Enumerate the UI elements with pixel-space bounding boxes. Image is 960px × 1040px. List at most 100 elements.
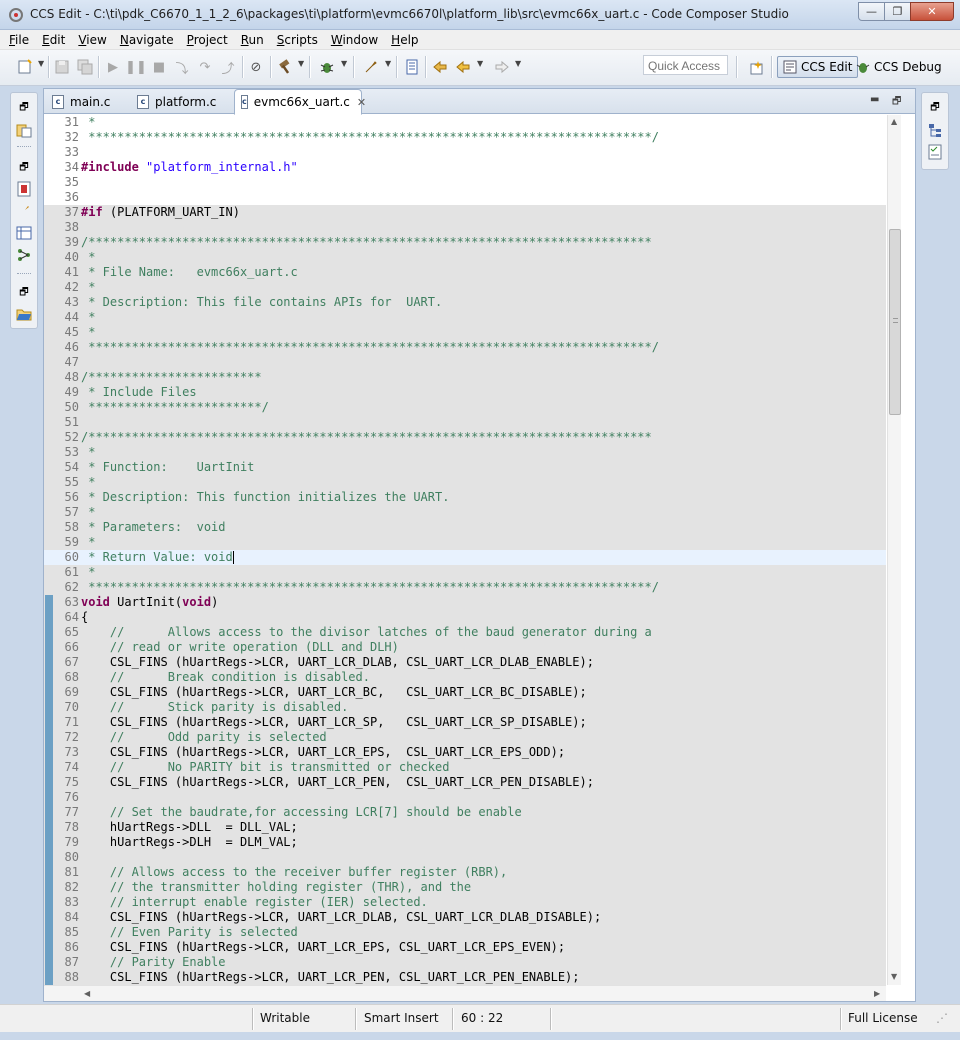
code-line[interactable]: 36	[44, 190, 886, 205]
code-line[interactable]: 37 #if (PLATFORM_UART_IN)	[44, 205, 886, 220]
status-insert-mode[interactable]: Smart Insert	[364, 1011, 439, 1025]
code-line[interactable]: 52/*************************************…	[44, 430, 886, 445]
step-into-icon[interactable]: ⤵	[173, 58, 191, 77]
maximize-button[interactable]: ❐	[884, 2, 911, 21]
tab-main-c[interactable]: c main.c	[46, 89, 130, 114]
restore-icon[interactable]: 🗗	[16, 100, 32, 116]
minimize-editor-icon[interactable]: ▬	[870, 94, 879, 105]
menu-view[interactable]: View	[78, 33, 106, 47]
code-line[interactable]: 41 * File Name: evmc66x_uart.c	[44, 265, 886, 280]
code-line[interactable]: 49 * Include Files	[44, 385, 886, 400]
debug-dropdown-icon[interactable]: ▼	[341, 59, 347, 68]
code-line[interactable]: 70 // Stick parity is disabled.	[44, 700, 886, 715]
code-line[interactable]: 33	[44, 145, 886, 160]
minimize-button[interactable]: —	[858, 2, 885, 21]
code-line[interactable]: 35	[44, 175, 886, 190]
code-line[interactable]: 82 // the transmitter holding register (…	[44, 880, 886, 895]
forward-icon[interactable]	[493, 58, 511, 76]
scroll-down-icon[interactable]: ▼	[891, 972, 897, 981]
overview-ruler[interactable]	[902, 115, 915, 985]
forward-dropdown-icon[interactable]: ▼	[515, 59, 521, 68]
code-line[interactable]: 81 // Allows access to the receiver buff…	[44, 865, 886, 880]
skip-breakpoints-icon[interactable]: ⊘	[247, 58, 265, 76]
menu-window[interactable]: Window	[331, 33, 378, 47]
code-line[interactable]: 58 * Parameters: void	[44, 520, 886, 535]
menu-project[interactable]: Project	[187, 33, 228, 47]
code-line[interactable]: 64{	[44, 610, 886, 625]
code-line[interactable]: 77 // Set the baudrate,for accessing LCR…	[44, 805, 886, 820]
code-line[interactable]: 72 // Odd parity is selected	[44, 730, 886, 745]
close-tab-icon[interactable]: ✕	[357, 96, 366, 109]
tab-evmc66x-uart-c[interactable]: c evmc66x_uart.c ✕	[234, 89, 366, 115]
perspective-ccs-edit[interactable]: CCS Edit	[777, 56, 859, 78]
code-line[interactable]: 84 CSL_FINS (hUartRegs->LCR, UART_LCR_DL…	[44, 910, 886, 925]
restore-icon-2[interactable]: 🗗	[16, 160, 32, 176]
code-line[interactable]: 69 CSL_FINS (hUartRegs->LCR, UART_LCR_BC…	[44, 685, 886, 700]
memory-browser-icon[interactable]	[403, 58, 421, 76]
perspective-ccs-debug[interactable]: CCS Debug	[851, 56, 947, 78]
code-line[interactable]: 65 // Allows access to the divisor latch…	[44, 625, 886, 640]
code-area[interactable]: 31 * 32 *********************************…	[44, 115, 886, 985]
code-line[interactable]: 56 * Description: This function initiali…	[44, 490, 886, 505]
last-edit-location-icon[interactable]	[431, 58, 449, 76]
tab-platform-c[interactable]: c platform.c	[131, 89, 233, 114]
code-line[interactable]: 67 CSL_FINS (hUartRegs->LCR, UART_LCR_DL…	[44, 655, 886, 670]
menu-file[interactable]: File	[9, 33, 29, 47]
code-line[interactable]: 53 *	[44, 445, 886, 460]
code-line[interactable]: 31 *	[44, 115, 886, 130]
menu-run[interactable]: Run	[241, 33, 264, 47]
quick-access-input[interactable]	[643, 55, 728, 75]
outline-view-icon[interactable]	[16, 225, 32, 241]
target-config-icon[interactable]	[16, 203, 32, 219]
code-line[interactable]: 74 // No PARITY bit is transmitted or ch…	[44, 760, 886, 775]
code-line[interactable]: 44 *	[44, 310, 886, 325]
build-dropdown-icon[interactable]: ▼	[298, 59, 304, 68]
status-license[interactable]: Full License	[848, 1011, 918, 1025]
close-window-button[interactable]: ✕	[910, 2, 954, 21]
code-line[interactable]: 47	[44, 355, 886, 370]
back-icon[interactable]	[454, 58, 472, 76]
resume-icon[interactable]: ▶	[104, 58, 122, 76]
code-line[interactable]: 60 * Return Value: void	[44, 550, 886, 565]
step-return-icon[interactable]: ⤴	[219, 58, 237, 77]
task-list-icon[interactable]	[927, 144, 943, 160]
code-line[interactable]: 76	[44, 790, 886, 805]
horizontal-scrollbar[interactable]: ◀ ▶	[44, 985, 886, 1001]
code-line[interactable]: 73 CSL_FINS (hUartRegs->LCR, UART_LCR_EP…	[44, 745, 886, 760]
open-perspective-icon[interactable]	[748, 59, 766, 77]
maximize-editor-icon[interactable]: 🗗	[892, 94, 901, 111]
code-line[interactable]: 46 *************************************…	[44, 340, 886, 355]
code-line[interactable]: 71 CSL_FINS (hUartRegs->LCR, UART_LCR_SP…	[44, 715, 886, 730]
code-line[interactable]: 62 *************************************…	[44, 580, 886, 595]
code-line[interactable]: 54 * Function: UartInit	[44, 460, 886, 475]
new-dropdown-icon[interactable]: ▼	[38, 59, 44, 68]
code-line[interactable]: 87 // Parity Enable	[44, 955, 886, 970]
terminate-icon[interactable]: ■	[150, 58, 168, 76]
code-line[interactable]: 78 hUartRegs->DLL = DLL_VAL;	[44, 820, 886, 835]
code-line[interactable]: 80	[44, 850, 886, 865]
vertical-scroll-thumb[interactable]	[889, 229, 901, 415]
code-line[interactable]: 55 *	[44, 475, 886, 490]
suspend-icon[interactable]: ❚❚	[125, 58, 147, 76]
code-line[interactable]: 38	[44, 220, 886, 235]
code-line[interactable]: 43 * Description: This file contains API…	[44, 295, 886, 310]
scroll-up-icon[interactable]: ▲	[891, 117, 897, 126]
code-line[interactable]: 79 hUartRegs->DLH = DLM_VAL;	[44, 835, 886, 850]
menu-navigate[interactable]: Navigate	[120, 33, 174, 47]
debug-bug-icon[interactable]	[318, 58, 336, 76]
new-file-icon[interactable]	[16, 58, 34, 76]
code-line[interactable]: 45 *	[44, 325, 886, 340]
back-dropdown-icon[interactable]: ▼	[477, 59, 483, 68]
code-line[interactable]: 48/************************	[44, 370, 886, 385]
code-line[interactable]: 34 #include "platform_internal.h"	[44, 160, 886, 175]
code-line[interactable]: 39/*************************************…	[44, 235, 886, 250]
code-line[interactable]: 59 *	[44, 535, 886, 550]
flash-dropdown-icon[interactable]: ▼	[385, 59, 391, 68]
save-icon[interactable]	[53, 58, 71, 76]
code-line[interactable]: 61 *	[44, 565, 886, 580]
code-line[interactable]: 63 void UartInit(void)	[44, 595, 886, 610]
menu-help[interactable]: Help	[391, 33, 418, 47]
code-line[interactable]: 57 *	[44, 505, 886, 520]
code-line[interactable]: 42 *	[44, 280, 886, 295]
outline-right-icon[interactable]	[927, 122, 943, 138]
